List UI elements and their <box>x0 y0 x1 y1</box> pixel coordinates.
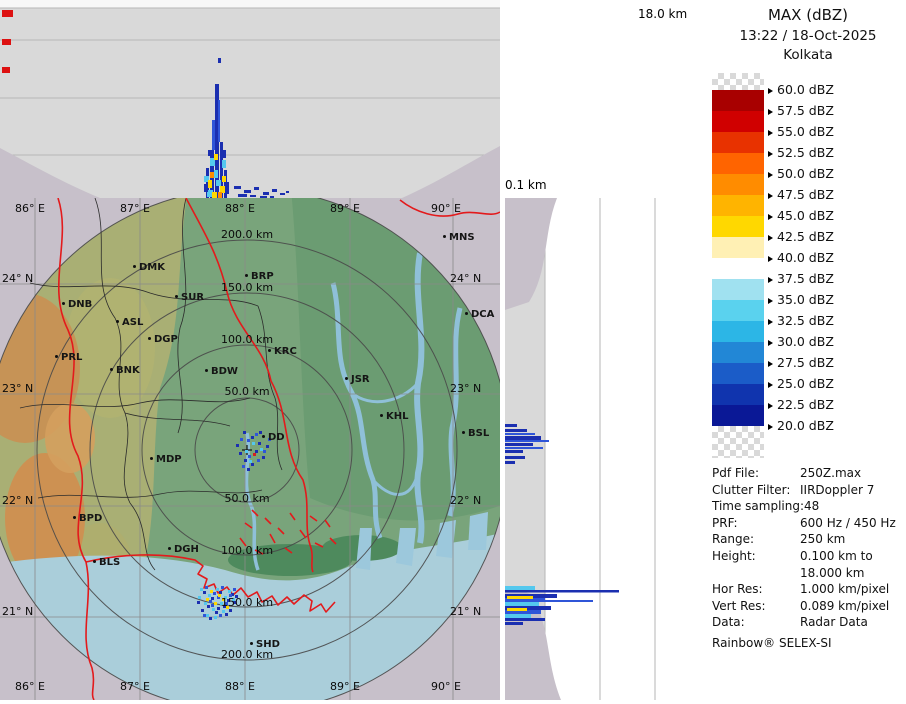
colorbar-cell-15 <box>712 405 764 426</box>
legend-datetime: 13:22 / 18-Oct-2025 <box>710 28 906 44</box>
info-label-7: Hor Res: <box>712 582 763 596</box>
legend-tick-label-10: 35.0 dBZ <box>768 292 834 308</box>
info-label-1: Clutter Filter: <box>712 483 790 497</box>
info-value-9: Radar Data <box>800 615 868 629</box>
colorbar-cell-6 <box>712 216 764 237</box>
out-of-range-shadow-top <box>505 198 557 310</box>
info-row-6: 18.000 km <box>710 566 906 582</box>
colorbar-cell-9 <box>712 279 764 300</box>
info-row-7: Hor Res: 1.000 km/pixel <box>710 582 906 598</box>
legend-panel: MAX (dBZ) 13:22 / 18-Oct-2025 Kolkata 60… <box>710 0 906 700</box>
colorbar-cell-0 <box>712 90 764 111</box>
legend-tick-label-5: 47.5 dBZ <box>768 187 834 203</box>
colorbar-cell-4 <box>712 174 764 195</box>
legend-title: MAX (dBZ) <box>710 6 906 24</box>
colorbar-cell-14 <box>712 384 764 405</box>
colorbar-cell-10 <box>712 300 764 321</box>
legend-tick-label-13: 27.5 dBZ <box>768 355 834 371</box>
radar-display-screenshot: { "axes": { "max_height": "18.0 km", "mi… <box>0 0 906 700</box>
info-value-5: 0.100 km to <box>800 549 873 563</box>
info-value-1: IIRDoppler 7 <box>800 483 874 497</box>
legend-tick-label-9: 37.5 dBZ <box>768 271 834 287</box>
info-value-6: 18.000 km <box>800 566 864 580</box>
legend-tick-label-1: 57.5 dBZ <box>768 103 834 119</box>
info-label-5: Height: <box>712 549 756 563</box>
info-row-3: PRF: 600 Hz / 450 Hz <box>710 516 906 532</box>
legend-tick-label-12: 30.0 dBZ <box>768 334 834 350</box>
legend-tick-label-11: 32.5 dBZ <box>768 313 834 329</box>
info-label-9: Data: <box>712 615 745 629</box>
height-axis-max-label: 18.0 km <box>638 7 687 21</box>
info-value-0: 250Z.max <box>800 466 861 480</box>
info-label-0: Pdf File: <box>712 466 759 480</box>
side-projection-canvas <box>505 198 700 700</box>
legend-tick-label-15: 22.5 dBZ <box>768 397 834 413</box>
info-row-0: Pdf File: 250Z.max <box>710 466 906 482</box>
info-label-8: Vert Res: <box>712 599 766 613</box>
legend-tick-label-8: 40.0 dBZ <box>768 250 834 266</box>
legend-tick-label-16: 20.0 dBZ <box>768 418 834 434</box>
colorbar-cell-8 <box>712 258 764 279</box>
legend-tick-label-4: 50.0 dBZ <box>768 166 834 182</box>
info-row-9: Data: Radar Data <box>710 615 906 631</box>
legend-site: Kolkata <box>710 47 906 63</box>
colorbar-cell-2 <box>712 132 764 153</box>
colorbar-cell-11 <box>712 321 764 342</box>
legend-tick-label-14: 25.0 dBZ <box>768 376 834 392</box>
legend-tick-label-2: 55.0 dBZ <box>768 124 834 140</box>
legend-tick-label-0: 60.0 dBZ <box>768 82 834 98</box>
colorbar-cell-3 <box>712 153 764 174</box>
info-value-8: 0.089 km/pixel <box>800 599 889 613</box>
top-projection-canvas <box>0 0 500 198</box>
info-row-8: Vert Res: 0.089 km/pixel <box>710 599 906 615</box>
info-row-4: Range: 250 km <box>710 532 906 548</box>
legend-tick-label-7: 42.5 dBZ <box>768 229 834 245</box>
info-row-1: Clutter Filter: IIRDoppler 7 <box>710 483 906 499</box>
info-label-4: Range: <box>712 532 754 546</box>
info-row-5: Height: 0.100 km to <box>710 549 906 565</box>
top-panel-background <box>0 0 500 198</box>
colorbar-cell-1 <box>712 111 764 132</box>
info-value-3: 600 Hz / 450 Hz <box>800 516 896 530</box>
legend-tick-label-6: 45.0 dBZ <box>768 208 834 224</box>
side-projection-panel <box>505 198 700 700</box>
info-label-2: Time sampling:48 <box>712 499 819 513</box>
radar-map-canvas <box>0 198 500 700</box>
height-gridlines-side <box>545 198 655 700</box>
info-value-4: 250 km <box>800 532 845 546</box>
info-value-7: 1.000 km/pixel <box>800 582 889 596</box>
top-projection-panel <box>0 0 500 198</box>
colorbar-cell-5 <box>712 195 764 216</box>
colorbar-checker-top <box>712 73 764 90</box>
colorbar-cell-7 <box>712 237 764 258</box>
colorbar-checker-bottom <box>712 426 764 458</box>
echo-side-projection-sea <box>505 586 619 625</box>
colorbar-cell-13 <box>712 363 764 384</box>
radar-map-panel: MNSDMKBRPSURDNBDCAASLDGPKRCPRLBNKBDWJSRK… <box>0 198 500 700</box>
info-row-2: Time sampling:48 <box>710 499 906 515</box>
colorbar-cell-12 <box>712 342 764 363</box>
legend-tick-label-3: 52.5 dBZ <box>768 145 834 161</box>
info-label-3: PRF: <box>712 516 738 530</box>
height-axis-min-label: 0.1 km <box>505 178 547 192</box>
legend-brand: Rainbow® SELEX-SI <box>712 636 832 650</box>
